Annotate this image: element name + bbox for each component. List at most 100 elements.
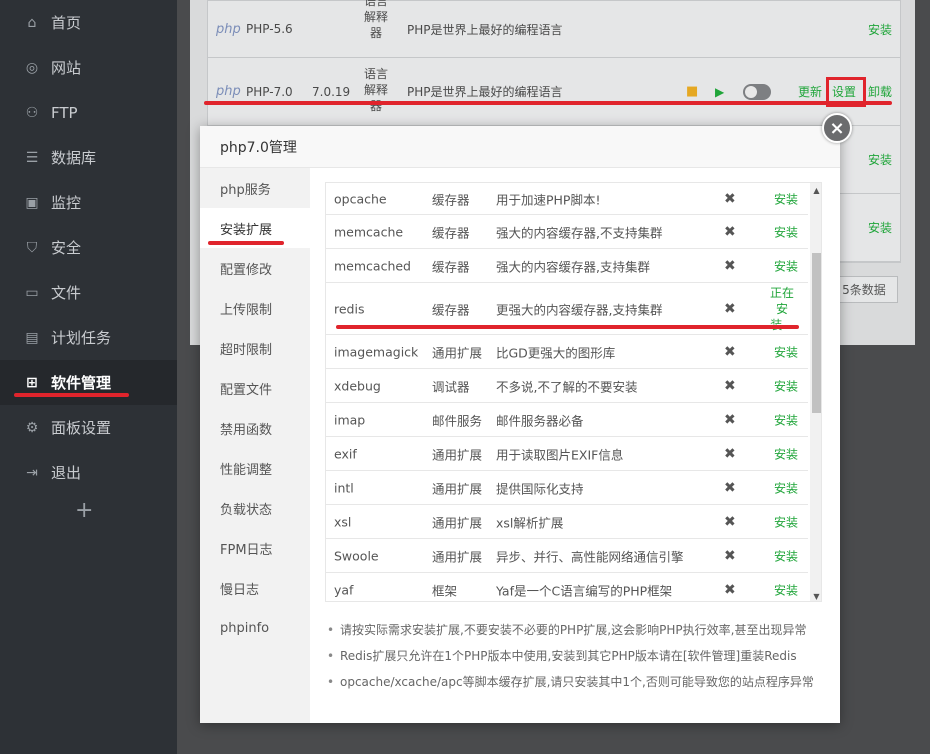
php-manage-dialog: php7.0管理 php服务 安装扩展 配置修改 上传限制 超时限制 配置文件 禁用函数 性能… xyxy=(200,126,840,723)
dialog-menu-item[interactable]: 负载状态 xyxy=(200,488,310,528)
dialog-menu-item[interactable]: phpinfo xyxy=(200,608,310,648)
dialog-menu-item[interactable]: 禁用函数 xyxy=(200,408,310,448)
install-button[interactable]: 安装 xyxy=(774,479,798,496)
install-button[interactable]: 安装 xyxy=(774,257,798,274)
annotation-underline xyxy=(14,393,129,397)
folder-icon[interactable]: ■ xyxy=(686,84,698,99)
extension-name: memcache xyxy=(334,224,404,239)
install-button[interactable]: 安装 xyxy=(774,581,798,598)
extension-desc: 邮件服务器必备 xyxy=(496,413,584,428)
not-installed-icon: ✖ xyxy=(724,257,736,274)
dialog-menu-item[interactable]: 慢日志 xyxy=(200,568,310,608)
extension-desc: 比GD更强大的图形库 xyxy=(496,345,616,360)
install-button[interactable]: 安装 xyxy=(774,513,798,530)
dialog-menu-item[interactable]: 超时限制 xyxy=(200,328,310,368)
install-button[interactable]: 安装 xyxy=(774,377,798,394)
sidebar-item-ftp[interactable]: ⚇ FTP xyxy=(0,90,177,135)
scroll-down-icon[interactable]: ▼ xyxy=(810,589,821,601)
dialog-title: php7.0管理 xyxy=(200,126,840,168)
sidebar-item-website[interactable]: ◎ 网站 xyxy=(0,45,177,90)
tip-item: opcache/xcache/apc等脚本缓存扩展,请只安装其中1个,否则可能导… xyxy=(324,674,824,700)
sidebar-item-home[interactable]: ⌂ 首页 xyxy=(0,0,177,45)
shield-icon: ⛉ xyxy=(26,239,38,256)
tip-item: 请按实际需求安装扩展,不要安装不必要的PHP扩展,这会影响PHP执行效率,甚至出… xyxy=(324,622,824,648)
extension-name: imagemagick xyxy=(334,344,419,359)
tips-list: 请按实际需求安装扩展,不要安装不必要的PHP扩展,这会影响PHP执行效率,甚至出… xyxy=(324,622,824,700)
install-button[interactable]: 安装 xyxy=(868,151,892,168)
table-row: Swoole 通用扩展 异步、并行、高性能网络通信引擎 ✖ 安装 xyxy=(326,539,808,573)
not-installed-icon: ✖ xyxy=(724,411,736,428)
dialog-menu-item[interactable]: php服务 xyxy=(200,168,310,208)
scroll-thumb[interactable] xyxy=(812,253,821,413)
php-logo: php xyxy=(216,21,241,37)
calendar-icon: ▤ xyxy=(25,329,39,346)
extension-type: 通用扩展 xyxy=(432,549,483,564)
extension-type: 通用扩展 xyxy=(432,481,483,496)
install-button[interactable]: 安装 xyxy=(774,411,798,428)
dialog-menu-item[interactable]: 上传限制 xyxy=(200,288,310,328)
home-display-toggle[interactable] xyxy=(743,83,771,100)
logout-icon: ⇥ xyxy=(26,464,38,481)
install-button[interactable]: 安装 xyxy=(774,343,798,360)
install-button[interactable]: 安装 xyxy=(774,547,798,564)
add-button[interactable]: + xyxy=(75,498,93,523)
extension-type: 缓存器 xyxy=(432,192,470,207)
software-type: 语言解释器 xyxy=(363,0,388,40)
folder-icon: ▭ xyxy=(25,284,39,301)
dialog-sidebar: php服务 安装扩展 配置修改 上传限制 超时限制 配置文件 禁用函数 性能调整 负载状态 FPM… xyxy=(200,168,310,723)
table-row: memcache 缓存器 强大的内容缓存器,不支持集群 ✖ 安装 xyxy=(326,215,808,249)
extension-name: xdebug xyxy=(334,378,381,393)
sidebar-item-label: 面板设置 xyxy=(51,419,112,437)
extension-name: Swoole xyxy=(334,548,379,563)
extension-name: exif xyxy=(334,446,357,461)
dialog-menu-item[interactable]: FPM日志 xyxy=(200,528,310,568)
update-button[interactable]: 更新 xyxy=(798,83,822,100)
sidebar-item-cron[interactable]: ▤ 计划任务 xyxy=(0,315,177,360)
extension-desc: 异步、并行、高性能网络通信引擎 xyxy=(496,549,684,564)
extension-type: 框架 xyxy=(432,583,458,598)
install-button[interactable]: 安装 xyxy=(774,190,798,207)
not-installed-icon: ✖ xyxy=(724,581,736,598)
install-button[interactable]: 安装 xyxy=(774,445,798,462)
extension-desc: 提供国际化支持 xyxy=(496,481,584,496)
dialog-menu-item[interactable]: 性能调整 xyxy=(200,448,310,488)
table-row: opcache 缓存器 用于加速PHP脚本! ✖ 安装 xyxy=(326,183,808,215)
annotation-underline xyxy=(208,241,284,245)
sidebar-item-security[interactable]: ⛉ 安全 xyxy=(0,225,177,270)
sidebar-item-database[interactable]: ☰ 数据库 xyxy=(0,135,177,180)
sidebar-item-software[interactable]: ⊞ 软件管理 xyxy=(0,360,177,405)
table-row: imagemagick 通用扩展 比GD更强大的图形库 ✖ 安装 xyxy=(326,335,808,369)
extension-name: imap xyxy=(334,412,366,427)
play-icon[interactable]: ▶ xyxy=(715,85,724,99)
table-row: intl 通用扩展 提供国际化支持 ✖ 安装 xyxy=(326,471,808,505)
software-type: 语言解释器 xyxy=(363,67,388,113)
extension-type: 邮件服务 xyxy=(432,413,483,428)
close-button[interactable]: × xyxy=(822,113,852,143)
not-installed-icon: ✖ xyxy=(724,513,736,530)
extension-desc: xsl解析扩展 xyxy=(496,515,564,530)
extension-name: xsl xyxy=(334,514,352,529)
monitor-icon: ▣ xyxy=(25,194,39,211)
dialog-menu-item[interactable]: 配置修改 xyxy=(200,248,310,288)
install-button[interactable]: 安装 xyxy=(868,21,892,38)
extension-name: redis xyxy=(334,301,365,316)
sidebar-item-files[interactable]: ▭ 文件 xyxy=(0,270,177,315)
scroll-up-icon[interactable]: ▲ xyxy=(810,183,821,197)
scrollbar[interactable]: ▲ ▼ xyxy=(810,183,821,601)
not-installed-icon: ✖ xyxy=(724,377,736,394)
extension-desc: 强大的内容缓存器,支持集群 xyxy=(496,259,650,274)
install-button[interactable]: 安装 xyxy=(868,219,892,236)
sidebar-item-monitor[interactable]: ▣ 监控 xyxy=(0,180,177,225)
software-version: 7.0.19 xyxy=(312,84,351,99)
ftp-icon: ⚇ xyxy=(25,104,39,121)
software-desc: PHP是世界上最好的编程语言 xyxy=(407,22,563,37)
install-button[interactable]: 安装 xyxy=(774,223,798,240)
extension-type: 通用扩展 xyxy=(432,447,483,462)
table-row: yaf 框架 Yaf是一个C语言编写的PHP框架 ✖ 安装 xyxy=(326,573,808,601)
sidebar-item-label: 文件 xyxy=(51,284,82,302)
sidebar-item-panel-settings[interactable]: ⚙ 面板设置 xyxy=(0,405,177,450)
uninstall-button[interactable]: 卸载 xyxy=(868,83,892,100)
database-icon: ☰ xyxy=(25,149,39,166)
dialog-menu-item[interactable]: 配置文件 xyxy=(200,368,310,408)
sidebar-item-logout[interactable]: ⇥ 退出 xyxy=(0,450,177,495)
